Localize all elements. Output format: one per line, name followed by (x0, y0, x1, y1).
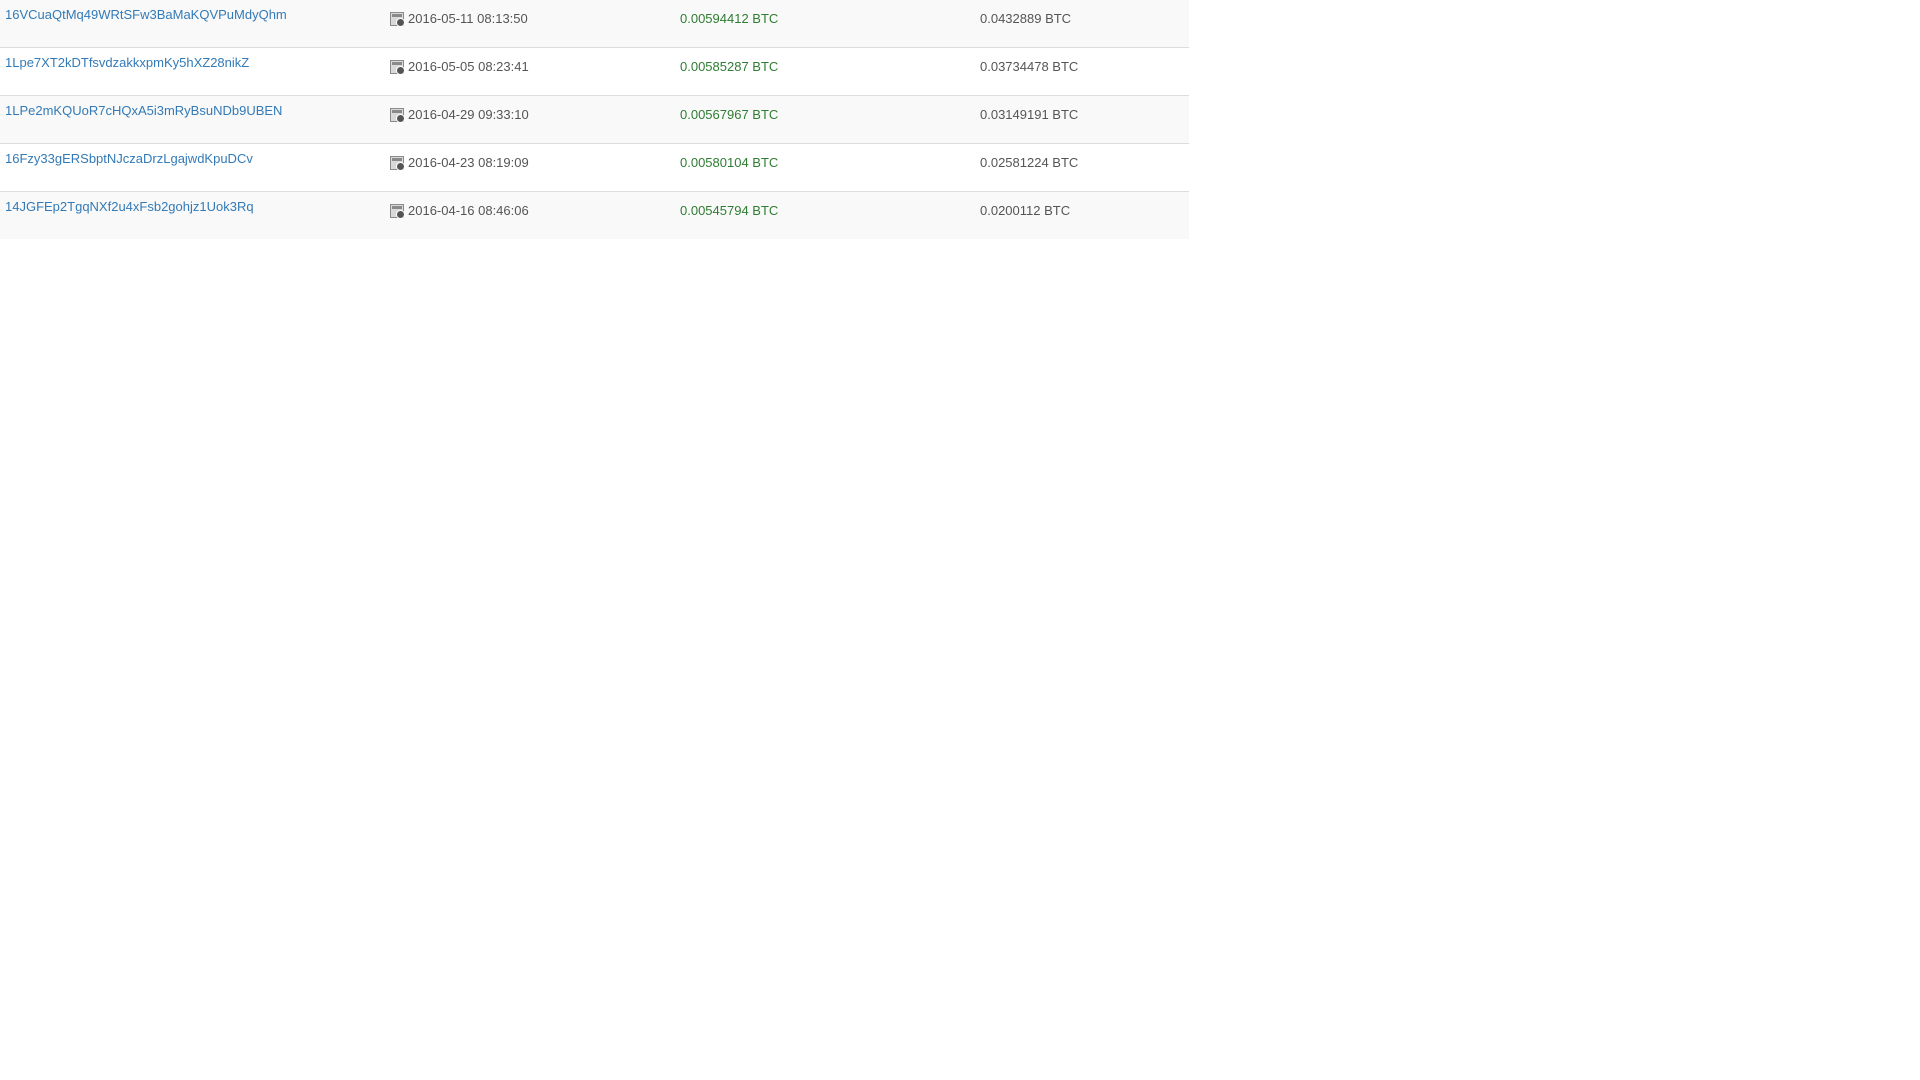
address-link[interactable]: 1LPe2mKQUoR7cHQxA5i3mRyBsuNDb9UBEN (5, 103, 282, 119)
table-row: 16VCuaQtMq49WRtSFw3BaMaKQVPuMdyQhm 2016-… (0, 0, 1189, 48)
balance-cell: 0.02581224 BTC (980, 155, 1079, 170)
calendar-clock-icon (390, 204, 405, 219)
time-value: 2016-05-05 08:23:41 (408, 59, 529, 74)
time-cell: 2016-05-05 08:23:41 (390, 59, 529, 75)
amount-cell: 0.00580104 BTC (680, 155, 779, 170)
amount-cell: 0.00567967 BTC (680, 107, 779, 122)
balance-cell: 0.03149191 BTC (980, 107, 1079, 122)
table-row: 16Fzy33gERSbptNJczaDrzLgajwdKpuDCv 2016-… (0, 144, 1189, 192)
table-row: 1Lpe7XT2kDTfsvdzakkxpmKy5hXZ28nikZ 2016-… (0, 48, 1189, 96)
amount-cell: 0.00594412 BTC (680, 11, 779, 26)
amount-cell: 0.00585287 BTC (680, 59, 779, 74)
calendar-clock-icon (390, 12, 405, 27)
time-cell: 2016-05-11 08:13:50 (390, 11, 528, 27)
address-link[interactable]: 16Fzy33gERSbptNJczaDrzLgajwdKpuDCv (5, 151, 253, 167)
balance-cell: 0.0200112 BTC (980, 203, 1071, 218)
time-value: 2016-04-23 08:19:09 (408, 155, 529, 170)
balance-cell: 0.03734478 BTC (980, 59, 1079, 74)
time-cell: 2016-04-16 08:46:06 (390, 203, 529, 219)
address-link[interactable]: 16VCuaQtMq49WRtSFw3BaMaKQVPuMdyQhm (5, 7, 287, 23)
address-link[interactable]: 1Lpe7XT2kDTfsvdzakkxpmKy5hXZ28nikZ (5, 55, 249, 71)
table-row: 1LPe2mKQUoR7cHQxA5i3mRyBsuNDb9UBEN 2016-… (0, 96, 1189, 144)
calendar-clock-icon (390, 60, 405, 75)
transactions-table: 16VCuaQtMq49WRtSFw3BaMaKQVPuMdyQhm 2016-… (0, 0, 1189, 239)
table-row: 14JGFEp2TgqNXf2u4xFsb2gohjz1Uok3Rq 2016-… (0, 192, 1189, 239)
time-value: 2016-04-16 08:46:06 (408, 203, 529, 218)
calendar-clock-icon (390, 156, 405, 171)
address-link[interactable]: 14JGFEp2TgqNXf2u4xFsb2gohjz1Uok3Rq (5, 199, 254, 215)
time-value: 2016-04-29 09:33:10 (408, 107, 529, 122)
calendar-clock-icon (390, 108, 405, 123)
time-value: 2016-05-11 08:13:50 (408, 11, 528, 26)
amount-cell: 0.00545794 BTC (680, 203, 779, 218)
time-cell: 2016-04-23 08:19:09 (390, 155, 529, 171)
balance-cell: 0.0432889 BTC (980, 11, 1072, 26)
time-cell: 2016-04-29 09:33:10 (390, 107, 529, 123)
